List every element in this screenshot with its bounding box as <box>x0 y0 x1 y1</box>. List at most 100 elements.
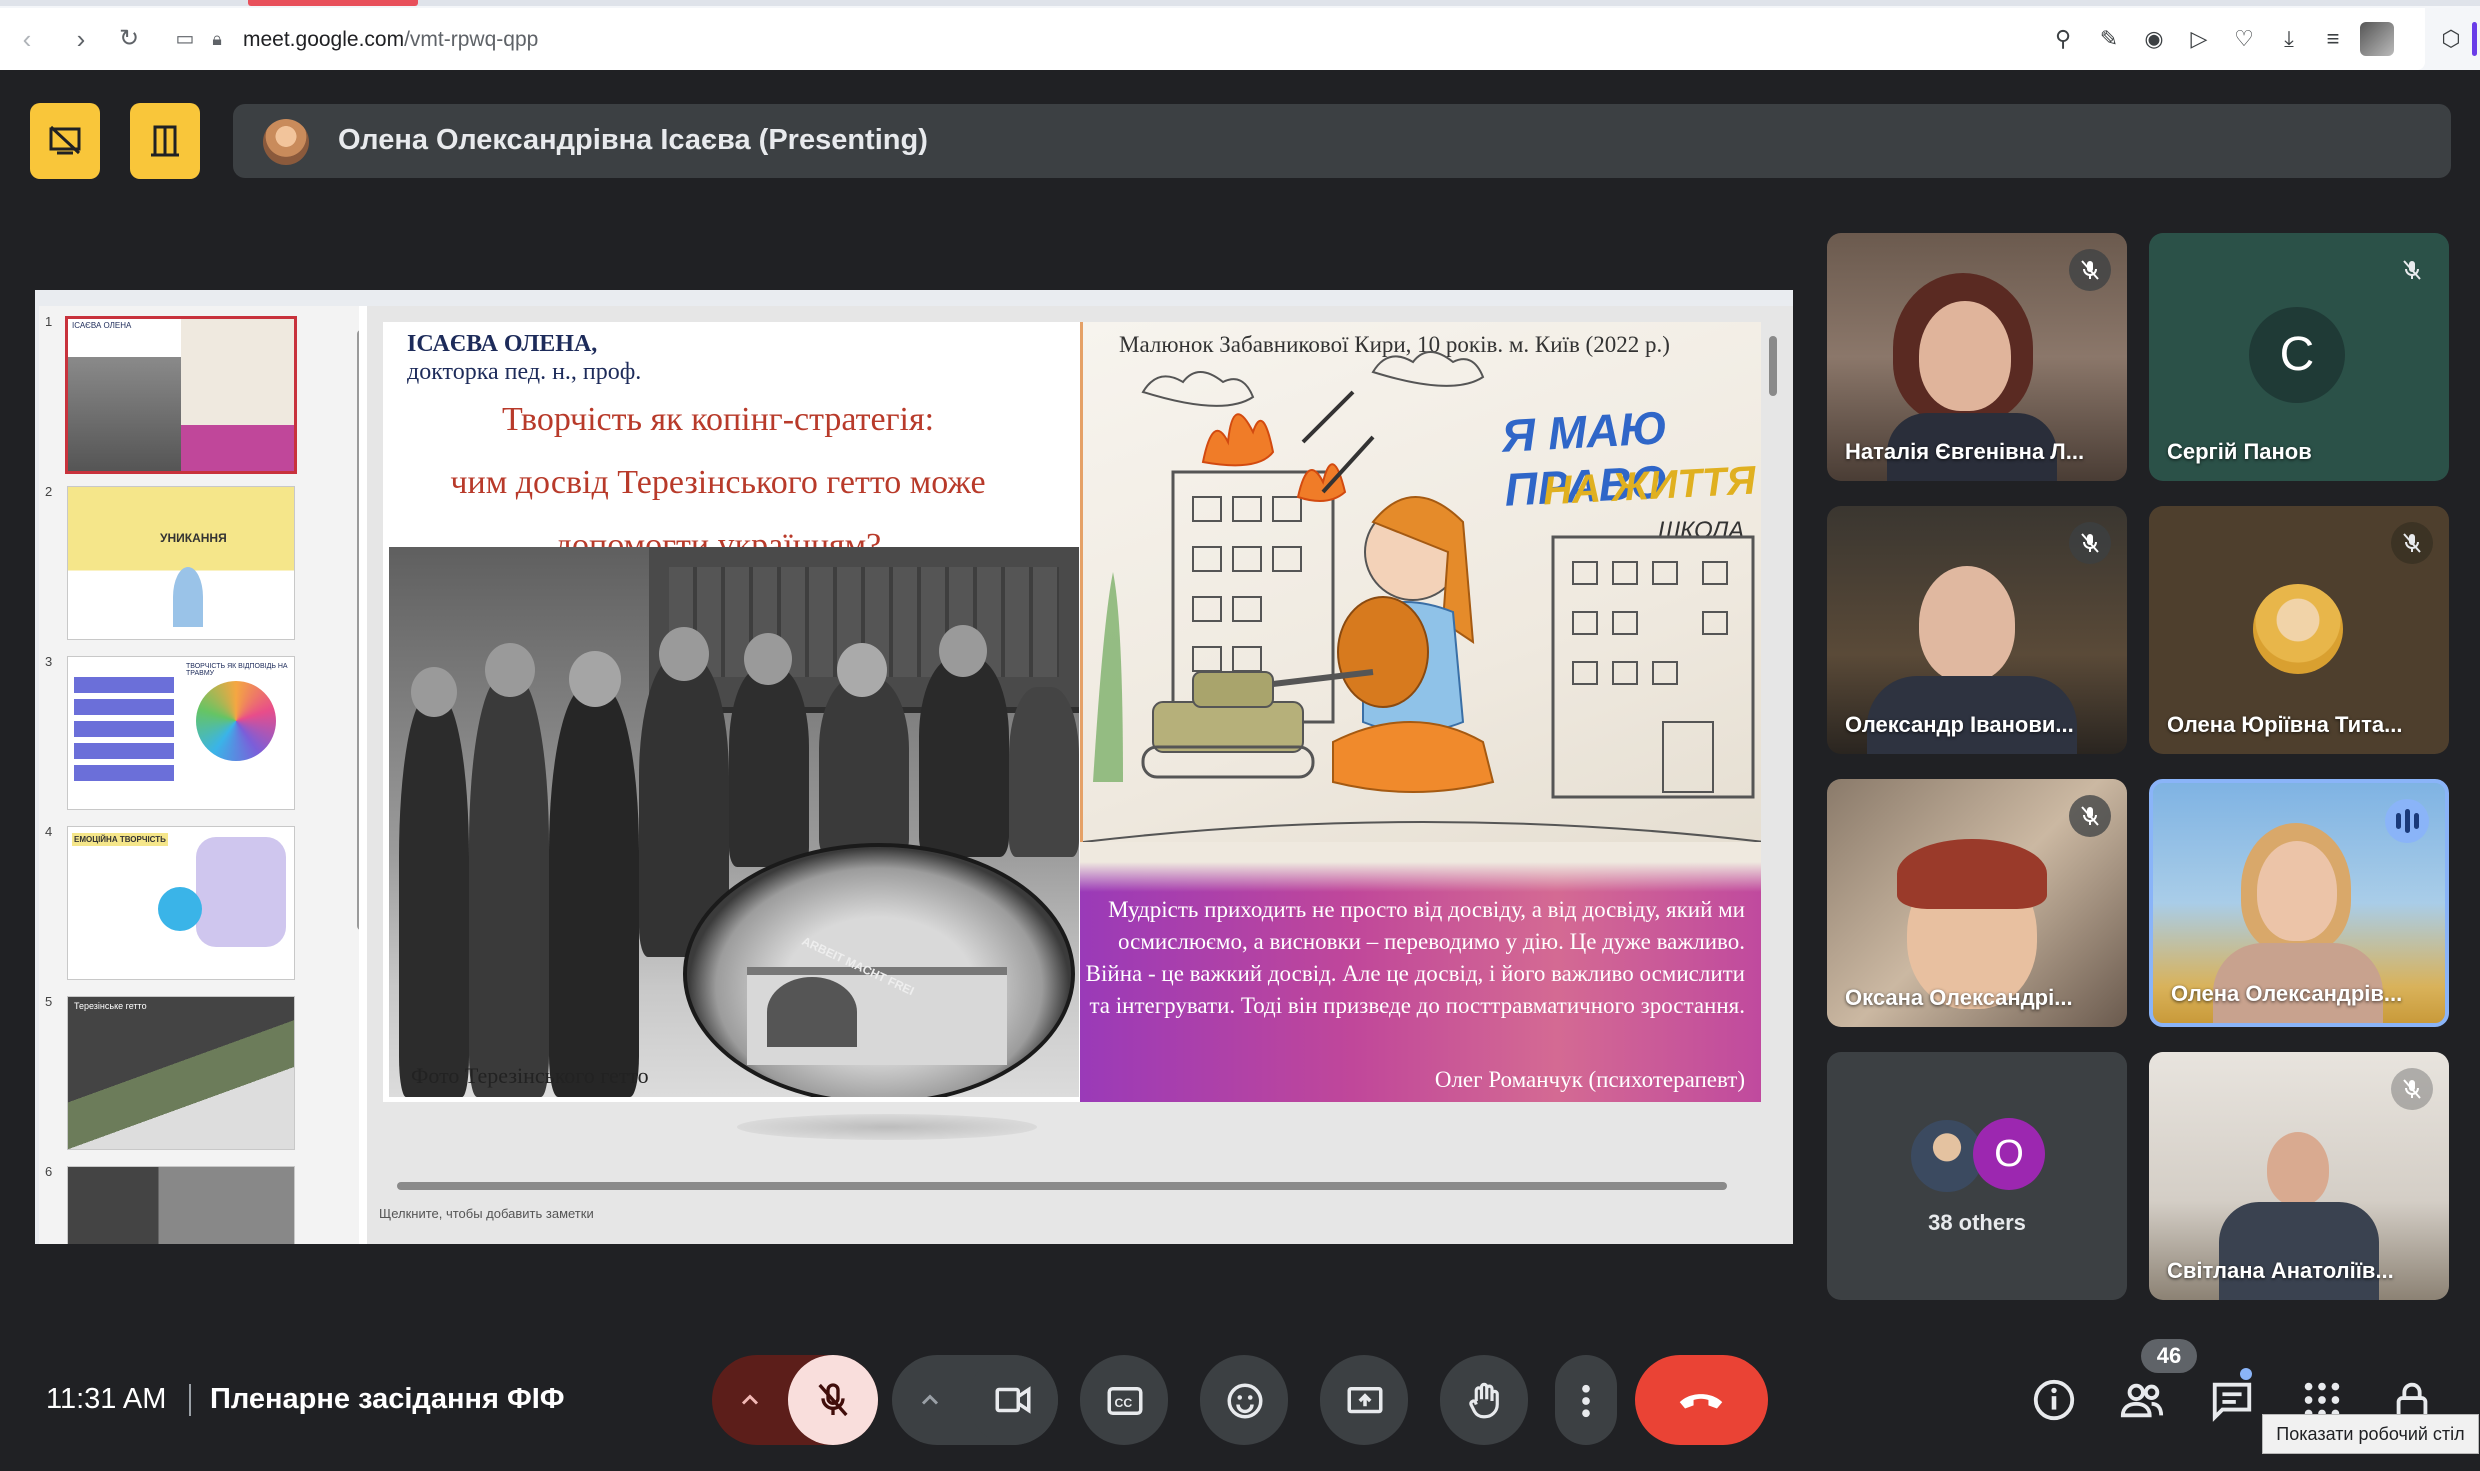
photo-person <box>549 687 639 1097</box>
author-degree: докторка пед. н., проф. <box>407 359 642 385</box>
presenter-bar: Олена Олександрівна Ісаєва (Presenting) <box>233 104 2451 178</box>
back-icon[interactable]: ‹ <box>10 22 44 56</box>
captions-button[interactable]: CC <box>1080 1355 1168 1445</box>
current-slide: ІСАЄВА ОЛЕНА, докторка пед. н., проф. Тв… <box>383 322 1761 1102</box>
participant-tile[interactable]: Олександр Іванови... <box>1827 506 2127 754</box>
end-call-icon <box>1679 1394 1723 1409</box>
menu-icon[interactable]: ≡ <box>2318 24 2348 54</box>
mic-off-icon <box>2403 533 2421 553</box>
muted-indicator <box>2069 795 2111 837</box>
participant-tile[interactable]: Наталія Євгенівна Л... <box>1827 233 2127 481</box>
photo-person <box>729 667 809 867</box>
participant-face <box>2257 841 2337 941</box>
extension-box-icon[interactable]: ⬡ <box>2436 24 2466 54</box>
muted-indicator <box>2391 1068 2433 1110</box>
share-top-strip <box>35 290 1793 306</box>
thumb-number: 5 <box>45 994 53 1009</box>
reactions-button[interactable] <box>1200 1355 1288 1445</box>
slide-thumbnail-4[interactable]: ЕМОЦІЙНА ТВОРЧІСТЬ <box>67 826 295 980</box>
participant-name: Світлана Анатоліїв... <box>2167 1258 2394 1283</box>
heart-icon[interactable]: ♡ <box>2229 24 2259 54</box>
participant-tile[interactable]: Оксана Олександрі... <box>1827 779 2127 1027</box>
leave-call-button[interactable] <box>1635 1355 1768 1445</box>
play-icon[interactable]: ▷ <box>2184 24 2214 54</box>
divider <box>189 1384 191 1416</box>
thumb-tree <box>196 681 276 761</box>
mic-off-icon <box>2081 533 2099 553</box>
layout-button[interactable] <box>130 103 200 179</box>
child-drawing: Малюнок Забавникової Кири, 10 років. м. … <box>1080 322 1761 882</box>
participant-tile[interactable]: C Сергій Панов <box>2149 233 2449 481</box>
slide-thumbnail-1[interactable]: ІСАЄВА ОЛЕНА <box>65 316 297 474</box>
mic-toggle-button[interactable] <box>788 1355 878 1445</box>
present-off-icon <box>49 125 81 155</box>
participant-face <box>1919 566 2015 682</box>
chevron-up-icon[interactable] <box>736 1386 764 1414</box>
cast-icon[interactable]: ▭ <box>168 22 202 56</box>
lock-site-icon[interactable]: 🔒︎ <box>200 22 234 56</box>
thumb-label: Терезінське гетто <box>74 1001 147 1011</box>
mic-off-icon <box>2403 1079 2421 1099</box>
participant-tile[interactable]: Світлана Анатоліїв... <box>2149 1052 2449 1300</box>
title-line: чим досвід Терезінського гетто може <box>450 464 986 501</box>
reload-icon[interactable]: ↻ <box>112 22 146 56</box>
participant-name: Оксана Олександрі... <box>1845 985 2073 1010</box>
participant-tile-speaking[interactable]: Олена Олександрів... <box>2149 779 2449 1027</box>
slide-vertical-scrollbar[interactable] <box>1769 336 1777 396</box>
participant-name: Олександр Іванови... <box>1845 712 2074 737</box>
present-screen-icon <box>1347 1387 1383 1414</box>
more-vert-icon <box>1582 1384 1590 1418</box>
drawing-sketch <box>1083 351 1761 843</box>
muted-indicator <box>2069 249 2111 291</box>
others-tile[interactable]: O 38 others <box>1827 1052 2127 1300</box>
thumb-tree <box>173 567 203 627</box>
audio-bar <box>2396 813 2401 829</box>
participant-tile[interactable]: Олена Юріївна Тита... <box>2149 506 2449 754</box>
present-button[interactable] <box>1320 1355 1408 1445</box>
slide-thumbnail-6[interactable] <box>67 1166 295 1244</box>
slide-editor: ІСАЄВА ОЛЕНА, докторка пед. н., проф. Тв… <box>367 306 1793 1244</box>
thumb-quote <box>181 425 294 471</box>
svg-text:CC: CC <box>1115 1396 1133 1410</box>
speaker-notes-placeholder[interactable]: Щелкните, чтобы добавить заметки <box>379 1206 594 1221</box>
forward-icon[interactable]: › <box>64 22 98 56</box>
participant-name: Олена Юріївна Тита... <box>2167 712 2403 737</box>
address-bar: ‹ › ↻ ▭ 🔒︎ meet.google.com/vmt-rpwq-qpp … <box>0 8 2425 70</box>
slide-thumbnail-5[interactable]: Терезінське гетто <box>67 996 295 1150</box>
mic-off-icon <box>2403 260 2421 280</box>
thumb-label: ІСАЄВА ОЛЕНА <box>72 321 132 330</box>
chevron-up-icon[interactable] <box>916 1386 944 1414</box>
raise-hand-button[interactable] <box>1440 1355 1528 1445</box>
camp-gate <box>767 977 857 1047</box>
browser-chrome: ‹ › ↻ ▭ 🔒︎ meet.google.com/vmt-rpwq-qpp … <box>0 0 2480 70</box>
edit-icon[interactable]: ✎ <box>2094 24 2124 54</box>
thumb-number: 6 <box>45 1164 53 1179</box>
zoom-icon[interactable]: ⚲ <box>2048 24 2078 54</box>
raise-hand-icon <box>1469 1382 1499 1419</box>
slide-horizontal-scrollbar[interactable] <box>397 1182 1727 1190</box>
more-options-button[interactable] <box>1555 1355 1617 1445</box>
thumb-drawing <box>181 319 294 426</box>
slide-thumbnail-3[interactable]: ТВОРЧІСТЬ ЯК ВІДПОВІДЬ НА ТРАВМУ <box>67 656 295 810</box>
info-icon[interactable] <box>2031 1377 2077 1423</box>
profile-avatar[interactable] <box>2360 22 2394 56</box>
photo-head <box>569 651 621 707</box>
muted-indicator <box>2391 522 2433 564</box>
muted-indicator <box>2391 249 2433 291</box>
ghetto-photo: ARBEIT MACHT FREI Фото Терезінського гет… <box>389 547 1079 1097</box>
screenshot-icon[interactable]: ◉ <box>2139 24 2169 54</box>
thumbnail-scrollbar[interactable] <box>357 330 359 930</box>
camera-toggle-button[interactable] <box>968 1355 1058 1445</box>
url-text[interactable]: meet.google.com/vmt-rpwq-qpp <box>243 28 538 52</box>
stop-presenting-button[interactable] <box>30 103 100 179</box>
active-tab-indicator[interactable] <box>248 0 418 6</box>
thumb-label: УНИКАННЯ <box>160 531 227 545</box>
thumb-number: 3 <box>45 654 53 669</box>
photo-head <box>837 643 887 697</box>
people-icon[interactable] <box>2119 1377 2165 1423</box>
download-icon[interactable]: ⤓ <box>2274 24 2304 54</box>
participant-name: Олена Олександрів... <box>2171 981 2403 1006</box>
slide-thumbnail-2[interactable]: УНИКАННЯ <box>67 486 295 640</box>
participant-avatar: O <box>1973 1118 2045 1190</box>
chat-icon[interactable] <box>2209 1377 2255 1423</box>
